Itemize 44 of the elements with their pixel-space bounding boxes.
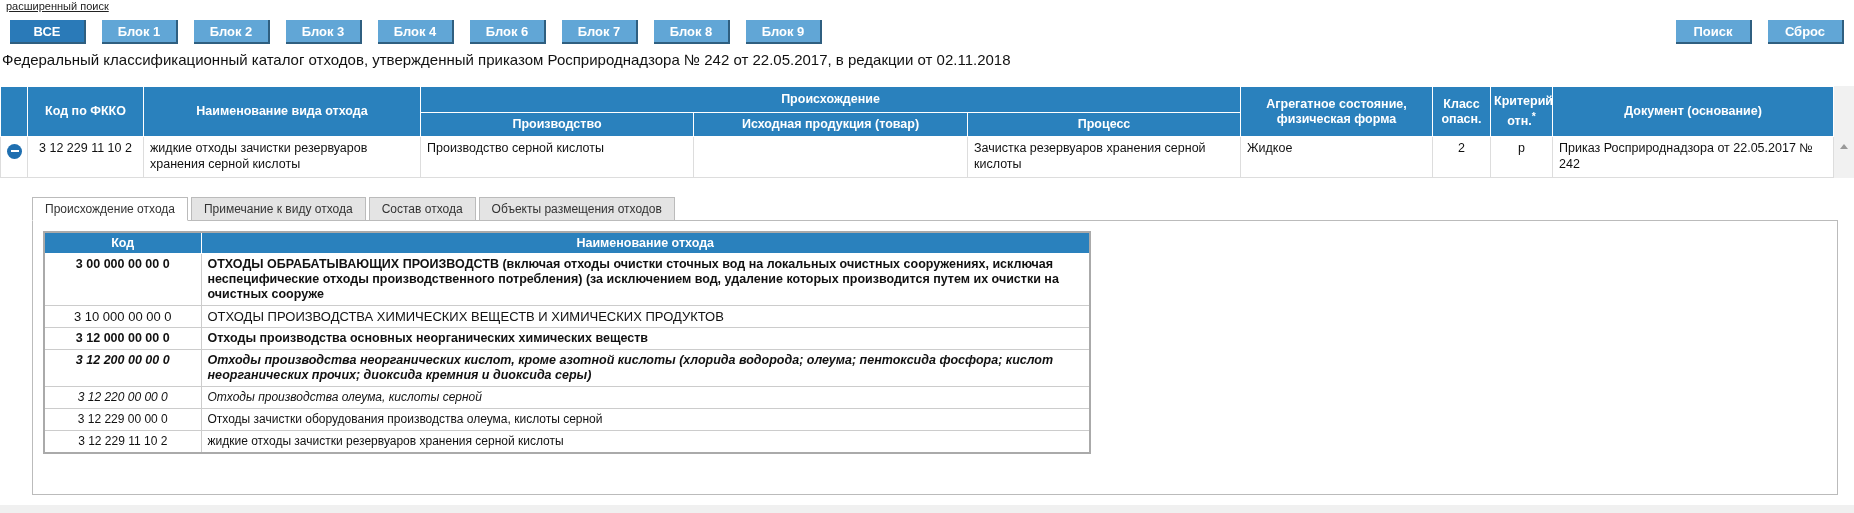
detail-tab[interactable]: Состав отхода [368,197,476,221]
header-cell: Агрегатное состояние, физическая форма [1240,86,1433,137]
table-cell: Жидкое [1240,136,1433,178]
reset-button[interactable]: Сброс [1768,20,1844,44]
table-cell: р [1490,136,1553,178]
advanced-search-link[interactable]: расширенный поиск [6,0,109,12]
block-button[interactable]: Блок 1 [102,20,178,44]
table-cell: 3 12 220 00 00 0 [44,386,201,409]
table-cell: 3 00 000 00 00 0 [44,253,201,306]
header-cell: Критерий отн.$^{*}$ [1490,86,1553,137]
header-cell: Производство [420,112,694,137]
detail-tab[interactable]: Происхождение отхода [32,197,188,221]
table-cell: 3 10 000 00 00 0 [44,305,201,328]
block-button[interactable]: Блок 6 [470,20,546,44]
header-cell: Наименование отхода [201,232,1090,254]
header-cell: Код по ФККО [27,86,144,137]
search-button[interactable]: Поиск [1676,20,1752,44]
table-cell: жидкие отходы зачистки резервуаров хранения серной кислоты [143,136,421,178]
block-button[interactable]: Блок 4 [378,20,454,44]
header-cell: Процесс [967,112,1241,137]
block-button[interactable]: Блок 9 [746,20,822,44]
detail-tab[interactable]: Примечание к виду отхода [191,197,366,221]
block-button[interactable]: Блок 2 [194,20,270,44]
table-cell: 3 12 000 00 00 0 [44,327,201,350]
block-button[interactable]: Блок 8 [654,20,730,44]
detail-tab[interactable]: Объекты размещения отходов [478,197,675,221]
collapse-icon[interactable] [7,143,22,159]
table-cell: Зачистка резервуаров хранения серной кислоты [967,136,1241,178]
header-cell: Наименование вида отхода [143,86,421,137]
table-cell: 3 12 229 00 00 0 [44,408,201,431]
header-cell: Код [44,232,201,254]
table-cell: 3 12 200 00 00 0 [44,349,201,387]
header-cell: Документ (основание) [1552,86,1834,137]
header-cell: Исходная продукция (товар) [693,112,968,137]
table-cell: 3 12 229 11 10 2 [27,136,144,178]
table-cell: 2 [1432,136,1491,178]
table-cell: Приказ Росприроднадзора от 22.05.2017 № 242 [1552,136,1834,178]
block-button[interactable]: Блок 3 [286,20,362,44]
header-cell: Класс опасн. [1432,86,1491,137]
block-button[interactable]: ВСЕ [10,20,86,44]
header-cell: Происхождение [420,86,1241,113]
block-button[interactable]: Блок 7 [562,20,638,44]
table-cell: Производство серной кислоты [420,136,694,178]
catalog-title: Федеральный классификационный каталог отходов, утвержденный приказом Росприроднадзора № 242 от 22.05.2017, в редакции от 02.11.2018 [1,50,1012,69]
